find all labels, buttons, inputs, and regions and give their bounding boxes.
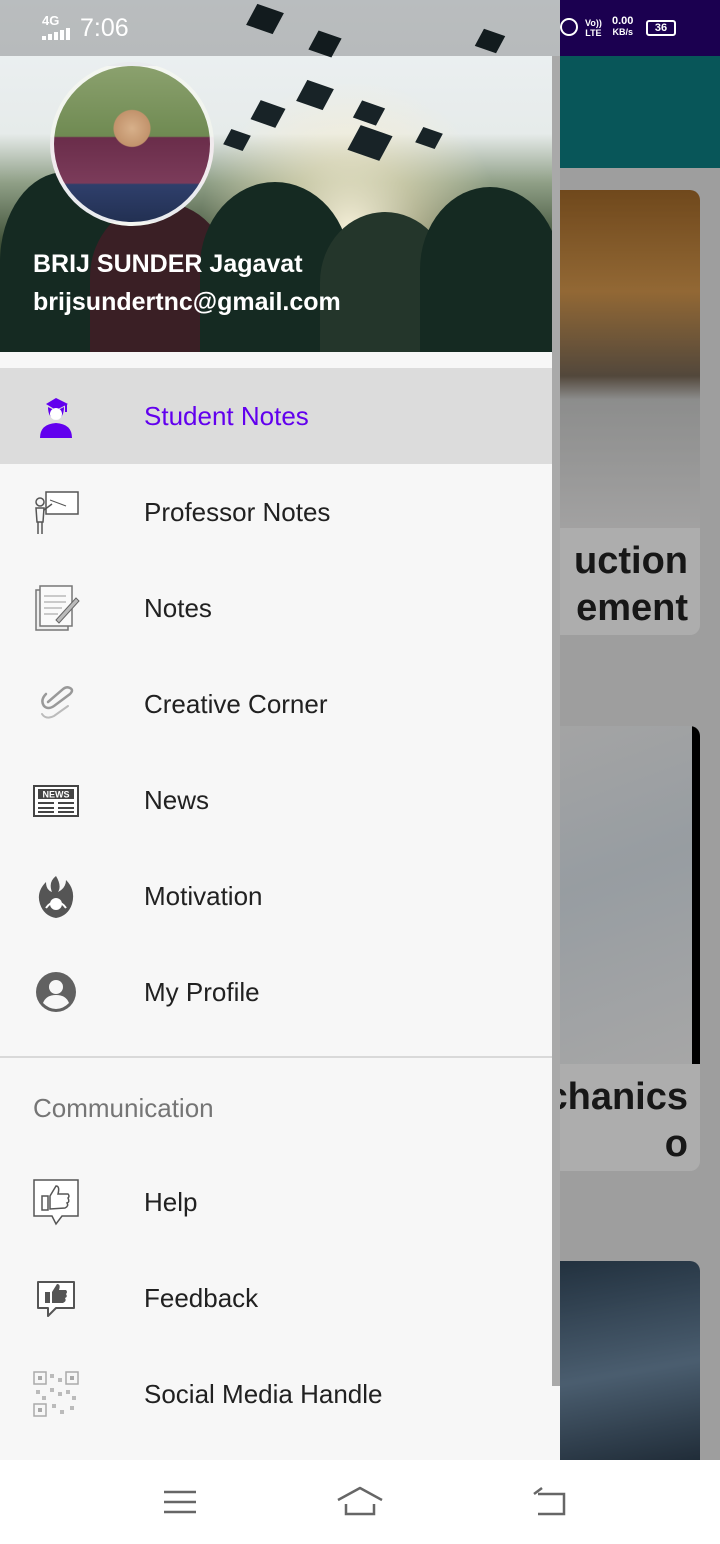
- navigation-bar: [0, 1460, 720, 1544]
- thumbs-up-bubble-icon: [33, 1179, 79, 1226]
- menu-icon[interactable]: [160, 1482, 200, 1522]
- menu-item-feedback[interactable]: Feedback: [0, 1250, 560, 1346]
- menu-item-my-profile[interactable]: My Profile: [0, 944, 560, 1040]
- menu-item-news[interactable]: NEWS News: [0, 752, 560, 848]
- paperclip-icon: [41, 686, 74, 719]
- menu-item-social-media-handle[interactable]: Social Media Handle: [0, 1346, 560, 1442]
- svg-text:NEWS: NEWS: [43, 790, 70, 800]
- menu-item-creative-corner[interactable]: Creative Corner: [0, 656, 560, 752]
- menu-item-label: Motivation: [144, 881, 263, 911]
- menu-item-label: Notes: [144, 593, 212, 623]
- fire-icon: [38, 876, 74, 918]
- graduation-cap-icon: [352, 100, 386, 126]
- menu-item-label: Creative Corner: [144, 689, 328, 719]
- professor-board-icon: [35, 491, 79, 534]
- navigation-drawer: BRIJ SUNDER Jagavat brijsundertnc@gmail.…: [0, 0, 560, 1460]
- volte-icon: Vo)) LTE: [585, 18, 602, 38]
- menu-item-label: News: [144, 785, 210, 815]
- menu-item-label: Social Media Handle: [144, 1379, 383, 1409]
- user-name: BRIJ SUNDER Jagavat: [33, 250, 303, 278]
- account-circle-icon: [36, 972, 76, 1012]
- status-time: 7:06: [80, 14, 129, 42]
- avatar[interactable]: [50, 62, 214, 226]
- newspaper-icon: NEWS: [33, 785, 79, 817]
- feedback-thumb-icon: [37, 1281, 75, 1317]
- graduation-cap-icon: [347, 125, 393, 161]
- qr-code-icon: [33, 1371, 79, 1417]
- menu-item-student-notes[interactable]: Student Notes: [0, 368, 560, 464]
- home-icon[interactable]: [336, 1482, 384, 1522]
- menu-item-professor-notes[interactable]: Professor Notes: [0, 464, 560, 560]
- graduation-cap-icon: [250, 100, 286, 128]
- battery-icon: 36: [646, 20, 676, 36]
- back-icon[interactable]: [530, 1482, 570, 1522]
- menu-item-label: Help: [144, 1187, 198, 1217]
- status-bar: 4G 7:06 Vo)) LTE 0.00 KB/s 36: [0, 0, 720, 56]
- menu-item-help[interactable]: Help: [0, 1154, 560, 1250]
- section-title: Communication: [33, 1093, 214, 1123]
- signal-icon: 4G: [42, 13, 70, 40]
- menu-item-label: Student Notes: [144, 401, 309, 431]
- menu-item-notes[interactable]: Notes: [0, 560, 560, 656]
- graduation-cap-icon: [296, 79, 334, 111]
- menu-item-label: Feedback: [144, 1283, 259, 1313]
- drawer-scrollbar[interactable]: [552, 56, 560, 1386]
- menu-item-motivation[interactable]: Motivation: [0, 848, 560, 944]
- network-speed: 0.00 KB/s: [612, 15, 634, 38]
- alarm-icon: [560, 18, 578, 36]
- graduation-cap-icon: [223, 128, 251, 152]
- menu-item-label: My Profile: [144, 977, 260, 1007]
- student-icon: [40, 398, 72, 438]
- menu-item-label: Professor Notes: [144, 497, 331, 527]
- notepad-icon: [35, 585, 80, 631]
- network-type: 4G: [42, 13, 60, 28]
- menu-divider: [0, 1056, 560, 1058]
- graduation-cap-icon: [415, 126, 443, 150]
- user-email: brijsundertnc@gmail.com: [33, 288, 341, 316]
- battery-level: 36: [654, 22, 668, 34]
